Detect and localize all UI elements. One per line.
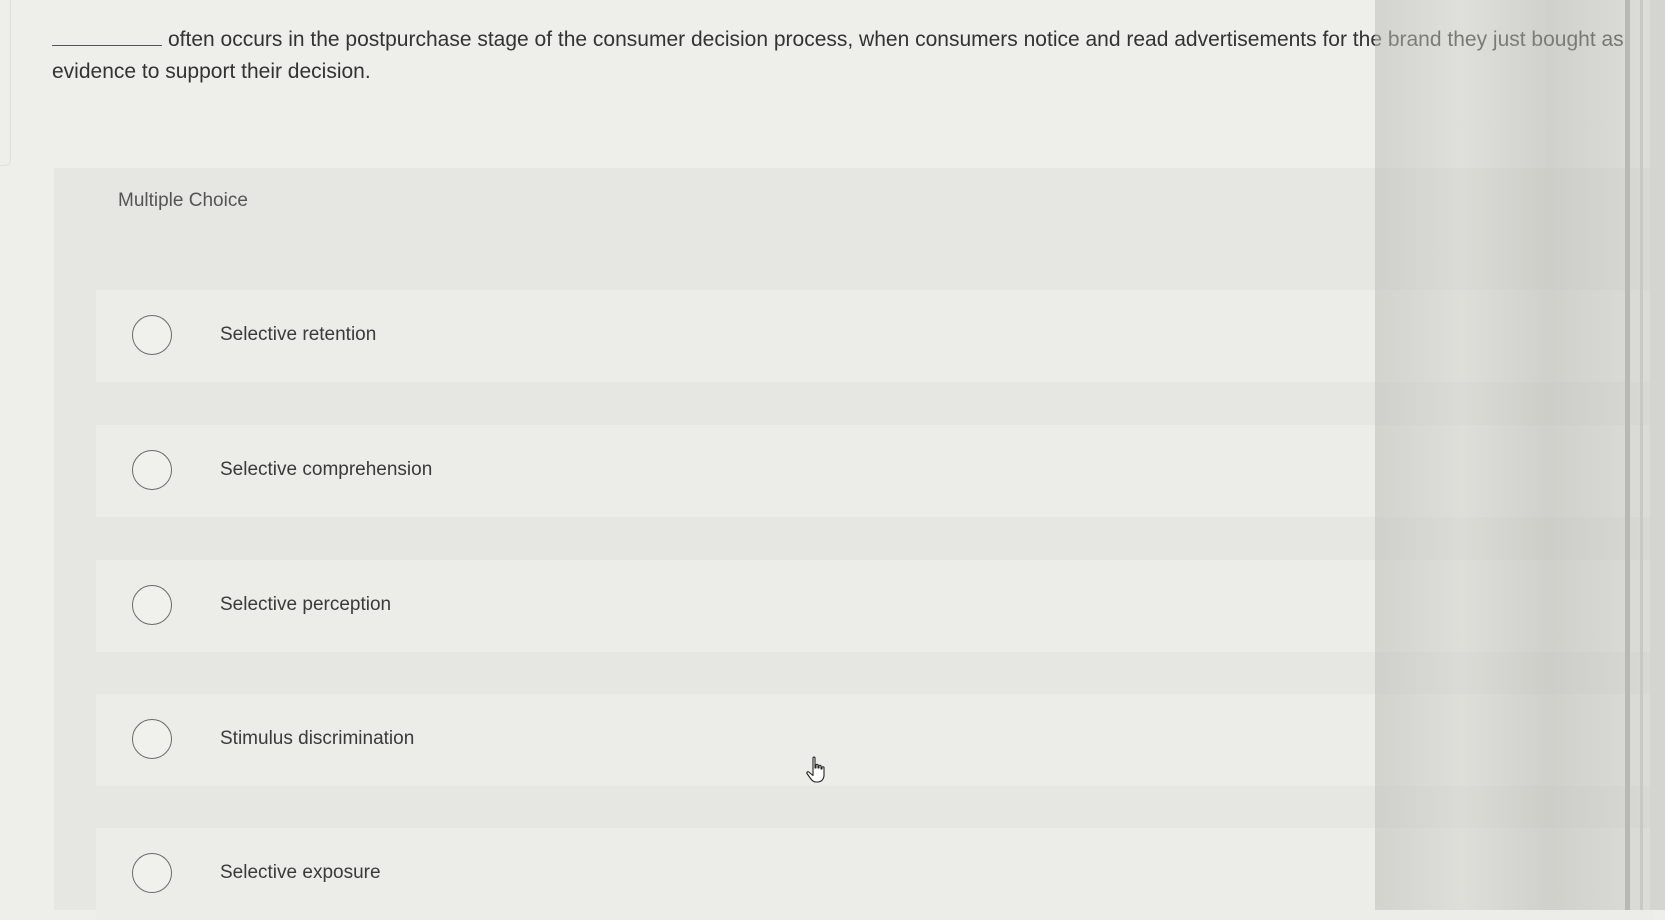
answer-option-label: Selective perception (220, 594, 392, 615)
radio-button[interactable] (132, 585, 172, 625)
hand-pointer-icon (805, 756, 829, 784)
answer-option[interactable]: Selective retention (96, 290, 1654, 382)
question-text: often occurs in the postpurchase stage o… (52, 28, 1624, 83)
answer-option-label: Selective comprehension (220, 459, 433, 480)
multiple-choice-label: Multiple Choice (118, 190, 248, 211)
answer-option[interactable]: Selective perception (96, 560, 1654, 652)
answer-option-label: Selective exposure (220, 862, 381, 883)
radio-button[interactable] (132, 315, 172, 355)
radio-button[interactable] (132, 450, 172, 490)
answer-option-label: Selective retention (220, 324, 377, 345)
answer-blank (52, 25, 162, 46)
multiple-choice-panel: Multiple Choice Selective retention Sele… (54, 168, 1654, 920)
answer-option[interactable]: Stimulus discrimination (96, 694, 1654, 786)
left-panel-edge (0, 0, 11, 166)
answer-option[interactable]: Selective comprehension (96, 425, 1654, 517)
radio-button[interactable] (132, 853, 172, 893)
answer-option[interactable]: Selective exposure (96, 828, 1654, 920)
answer-option-label: Stimulus discrimination (220, 728, 415, 749)
question-prompt: often occurs in the postpurchase stage o… (52, 24, 1632, 88)
radio-button[interactable] (132, 719, 172, 759)
